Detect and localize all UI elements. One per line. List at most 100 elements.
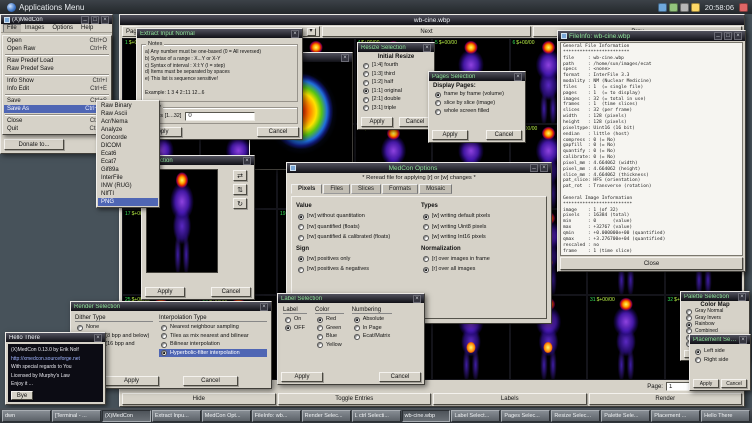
cancel-button[interactable]: Cancel (379, 372, 421, 382)
placement-titlebar[interactable]: Placement Selection (690, 335, 750, 344)
placement-option[interactable]: Right side (693, 356, 747, 365)
flip-horizontal-button[interactable] (233, 170, 247, 181)
applications-menu-button[interactable]: Applications Menu (4, 0, 87, 14)
menubar-item[interactable]: File (3, 24, 21, 32)
taskbar-window-button[interactable]: Render Selec... (302, 410, 351, 422)
resize-option[interactable]: [2:1] double (361, 95, 431, 104)
normalization-option[interactable]: [r] over images in frame (421, 254, 542, 265)
fileinfo-close-button[interactable]: Close (560, 257, 743, 270)
close-button[interactable] (260, 303, 268, 311)
color-option[interactable]: Yellow (315, 341, 344, 350)
save-as-menu-item[interactable]: NIfTI (98, 190, 158, 198)
close-button[interactable] (341, 54, 349, 62)
numbering-option[interactable]: Absolute (352, 315, 393, 324)
interpolation-option[interactable]: Tiles as mix nearest and bilinear (159, 332, 267, 341)
types-option[interactable]: [w] writing Int16 pixels (421, 232, 542, 243)
menubar-item[interactable]: Images (21, 24, 49, 32)
file-menu-item[interactable]: Info Edit Ctrl+E (4, 85, 110, 93)
taskbar-window-button[interactable]: wb-cine.wbp (402, 410, 451, 422)
file-menu-item[interactable] (4, 113, 110, 117)
interpolation-option[interactable]: Nearest neighbour sampling (159, 323, 267, 332)
tray-logout-icon[interactable] (739, 3, 748, 12)
color-option[interactable]: Blue (315, 332, 344, 341)
label-option[interactable]: On (283, 315, 307, 324)
value-option[interactable]: [rw] without quantitation (296, 211, 417, 222)
resize-titlebar[interactable]: Resize Selection (358, 43, 434, 52)
types-option[interactable]: [w] writing default pixels (421, 211, 542, 222)
save-as-menu-item[interactable]: Analyze (98, 126, 158, 134)
pages-titlebar[interactable]: Pages Selection (429, 72, 525, 81)
options-tab[interactable]: Pixels (291, 184, 322, 194)
color-option[interactable]: Green (315, 324, 344, 333)
resize-option[interactable]: [3:1] triple (361, 104, 431, 113)
options-tab[interactable]: Mosaic (419, 184, 452, 194)
file-menu-item[interactable] (4, 73, 110, 77)
save-as-menu-item[interactable]: Concorde (98, 134, 158, 142)
render-button[interactable]: Render (589, 393, 743, 405)
minimize-button[interactable] (530, 164, 538, 172)
file-menu-item[interactable]: Raw Predef Save (4, 65, 110, 73)
tray-notes-icon[interactable] (691, 3, 700, 12)
file-menu-item[interactable]: Info Show Ctrl+I (4, 77, 110, 85)
taskbar-window-button[interactable]: Placement ... (651, 410, 700, 422)
close-button[interactable] (413, 295, 421, 303)
numbering-option[interactable]: In Page (352, 324, 393, 333)
save-as-menu-item[interactable]: Ecat7 (98, 158, 158, 166)
save-as-menu-item[interactable]: Acr/Nema (98, 118, 158, 126)
file-menu-item[interactable]: Save As Ctrl+A (4, 105, 110, 113)
interpolation-option[interactable]: Hyperbolic-filter interpolation (159, 349, 267, 358)
label-option[interactable]: OFF (283, 324, 307, 333)
file-menu-item[interactable]: Open Raw Ctrl+R (4, 45, 110, 53)
taskbar-window-button[interactable]: Palette Sele... (601, 410, 650, 422)
close-button[interactable] (94, 334, 102, 342)
file-menu-item[interactable] (4, 53, 110, 57)
save-as-menu-item[interactable]: Ecat6 (98, 150, 158, 158)
pages-option[interactable]: whole screen filled (433, 107, 521, 116)
close-button[interactable] (739, 336, 747, 344)
taskbar-window-button[interactable]: L ctrl Selecti... (352, 410, 401, 422)
file-menu-item[interactable]: Save Ctrl+S (4, 97, 110, 105)
close-button[interactable] (540, 164, 548, 172)
viewer-titlebar[interactable]: wb-cine.wbp (120, 15, 744, 25)
file-menu-item[interactable] (4, 93, 110, 97)
fileinfo-titlebar[interactable]: FileInfo: wb-cine.wbp (558, 31, 745, 41)
save-as-menu-item[interactable]: DICOM (98, 142, 158, 150)
palette-titlebar[interactable]: Palette Selection (681, 292, 749, 301)
images-input[interactable] (185, 112, 255, 121)
placement-option[interactable]: Left side (693, 347, 747, 356)
hide-button[interactable]: Hide (122, 393, 276, 405)
render-titlebar[interactable]: Render Selection (71, 302, 271, 311)
tray-network-icon[interactable] (658, 3, 667, 12)
close-button[interactable] (291, 30, 299, 38)
apply-button[interactable]: Apply (145, 287, 185, 297)
save-as-menu-item[interactable]: INW (RUG) (98, 182, 158, 190)
numbering-option[interactable]: Ecat/Matrix (352, 332, 393, 341)
value-option[interactable]: [rw] quantified (floats) (296, 222, 417, 233)
maximize-button[interactable] (724, 32, 732, 40)
apply-button[interactable]: Apply (281, 372, 323, 382)
save-as-menu-item[interactable]: Raw Binary (98, 102, 158, 110)
types-option[interactable]: [w] writing Uint8 pixels (421, 222, 542, 233)
tray-pager-icon[interactable] (669, 3, 678, 12)
save-as-menu-item[interactable]: Raw Ascii (98, 110, 158, 118)
minimize-button[interactable] (81, 16, 89, 24)
file-menu-item[interactable]: Raw Predef Load (4, 57, 110, 65)
options-titlebar[interactable]: MedCon Options (287, 163, 551, 173)
sign-option[interactable]: [rw] positives & negatives (296, 264, 417, 275)
file-menu-item[interactable]: Open Ctrl+O (4, 37, 110, 45)
resize-option[interactable]: [1:2] half (361, 78, 431, 87)
options-tab[interactable]: Formats (382, 184, 418, 194)
minimize-button[interactable] (714, 32, 722, 40)
color-option[interactable]: Red (315, 315, 344, 324)
options-tab[interactable]: Files (323, 184, 350, 194)
save-as-menu-item[interactable]: Gif89a (98, 166, 158, 174)
close-button[interactable] (243, 157, 251, 165)
close-button[interactable] (734, 32, 742, 40)
rotate-button[interactable] (233, 198, 247, 209)
close-button[interactable] (514, 73, 522, 81)
taskbar-window-button[interactable]: Extract Inpu... (152, 410, 201, 422)
taskbar-window-button[interactable]: [Terminal - ... (52, 410, 101, 422)
taskbar-window-button[interactable]: Hello There (701, 410, 750, 422)
pages-option[interactable]: slice by slice (image) (433, 99, 521, 108)
dither-option[interactable]: None (75, 323, 153, 332)
